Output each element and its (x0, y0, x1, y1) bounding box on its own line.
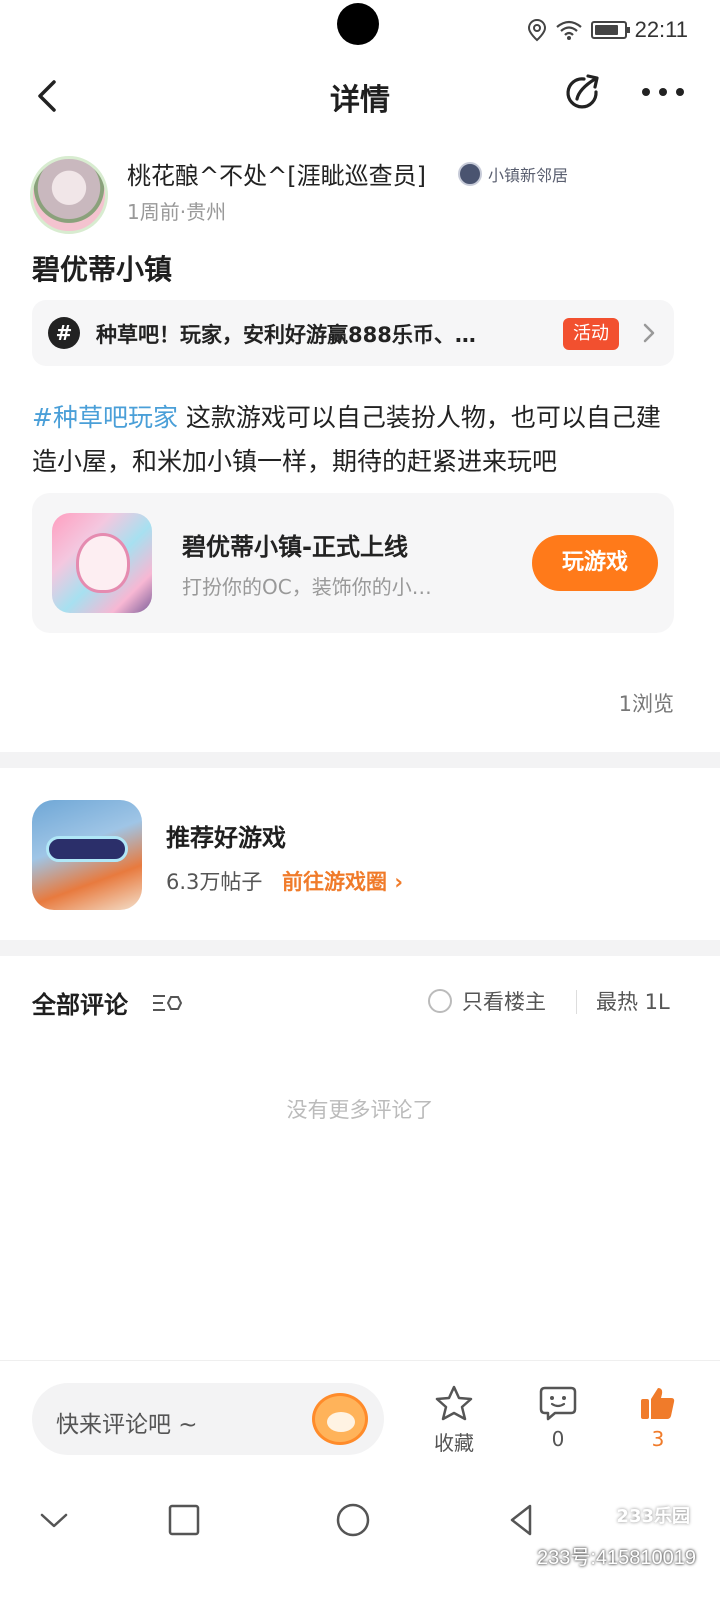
comment-placeholder: 快来评论吧 ~ (56, 1412, 198, 1438)
recents-square-icon[interactable] (164, 1500, 204, 1540)
section-divider (0, 752, 720, 768)
post-body: #种草吧玩家 这款游戏可以自己装扮人物，也可以自己建造小屋，和米加小镇一样，期待… (32, 396, 682, 484)
comments-title: 全部评论 (32, 991, 128, 1019)
game-card[interactable]: 碧优蒂小镇-正式上线 打扮你的OC，装饰你的小… 玩游戏 (32, 493, 674, 633)
filter-icon[interactable] (151, 990, 183, 1016)
radio-icon (428, 989, 452, 1013)
like-count: 3 (651, 1427, 665, 1451)
author-name[interactable]: 桃花酿^不处^[涯眦巡查员] (127, 156, 426, 191)
no-more-comments: 没有更多评论了 (286, 1098, 434, 1122)
home-circle-icon[interactable] (333, 1500, 373, 1540)
avatar[interactable] (30, 156, 108, 234)
badge-icon (458, 162, 482, 186)
activity-tag: 活动 (563, 318, 619, 350)
only-owner-toggle[interactable]: 只看楼主 (428, 986, 546, 1016)
game-name: 碧优蒂小镇-正式上线 (182, 533, 408, 561)
game-icon-character (76, 533, 130, 593)
mascot-emoji-icon[interactable] (312, 1393, 368, 1445)
recommend-title[interactable]: 推荐好游戏 (166, 818, 286, 853)
favorite-button[interactable]: 收藏 (414, 1385, 494, 1456)
recommend-game-icon[interactable] (32, 800, 142, 910)
go-to-game-circle-label: 前往游戏圈 (282, 870, 387, 894)
only-owner-label: 只看楼主 (462, 990, 546, 1014)
author-row: 桃花酿^不处^[涯眦巡查员] 小镇新邻居 1周前·贵州 (30, 156, 690, 236)
chevron-down-icon[interactable] (34, 1500, 74, 1540)
front-camera (337, 3, 379, 45)
hashtag-icon: # (48, 317, 80, 349)
location-icon (527, 18, 546, 42)
status-time: 22:11 (634, 17, 688, 42)
bottom-action-bar: 快来评论吧 ~ 收藏 0 3 (0, 1360, 720, 1480)
post-title: 碧优蒂小镇 (32, 253, 173, 286)
topic-text: 种草吧！玩家，安利好游赢888乐币、… (96, 323, 476, 347)
back-triangle-icon[interactable] (502, 1500, 542, 1540)
badge-label: 小镇新邻居 (488, 166, 569, 185)
post-meta: 1周前·贵州 (127, 200, 227, 224)
battery-level (594, 25, 619, 35)
recommend-post-count: 6.3万帖子 (166, 870, 263, 894)
recommend-icon-visor (46, 836, 128, 862)
sort-hot-tab[interactable]: 最热 1L (596, 986, 676, 1016)
thumbs-up-icon (641, 1388, 675, 1419)
wifi-icon (555, 20, 582, 40)
watermark-text: 233号:415810019 (536, 1547, 696, 1569)
share-icon[interactable] (562, 72, 604, 114)
post-hashtag-link[interactable]: #种草吧玩家 (32, 403, 178, 432)
chevron-right-icon: › (394, 870, 403, 894)
battery-icon (590, 21, 630, 39)
star-icon (435, 1385, 473, 1421)
topic-card[interactable]: # 种草吧！玩家，安利好游赢888乐币、… 活动 (32, 300, 674, 366)
play-game-button[interactable]: 玩游戏 (532, 535, 658, 591)
top-nav-bar: 详情 (0, 60, 720, 130)
chevron-right-icon (643, 323, 655, 343)
game-icon (52, 513, 152, 613)
view-count: 1浏览 (618, 692, 674, 716)
go-to-game-circle-link[interactable]: 前往游戏圈 › (282, 866, 403, 896)
comment-button[interactable]: 0 (518, 1385, 598, 1451)
author-badge: 小镇新邻居 (458, 162, 568, 186)
status-bar: 22:11 (0, 0, 720, 60)
sort-separator (576, 990, 577, 1014)
like-button[interactable]: 3 (618, 1385, 698, 1451)
game-description: 打扮你的OC，装饰你的小… (182, 575, 432, 599)
comment-input[interactable]: 快来评论吧 ~ (32, 1383, 384, 1455)
more-icon[interactable] (640, 82, 686, 102)
favorite-label: 收藏 (434, 1431, 474, 1455)
comment-icon (539, 1386, 577, 1421)
system-nav-bar: 233乐园 233号:415810019 (0, 1480, 720, 1600)
status-indicators: 22:11 (527, 14, 688, 46)
page-title: 详情 (330, 83, 390, 118)
section-divider (0, 940, 720, 956)
watermark-logo: 233乐园 (616, 1506, 690, 1527)
comment-count: 0 (551, 1427, 565, 1451)
